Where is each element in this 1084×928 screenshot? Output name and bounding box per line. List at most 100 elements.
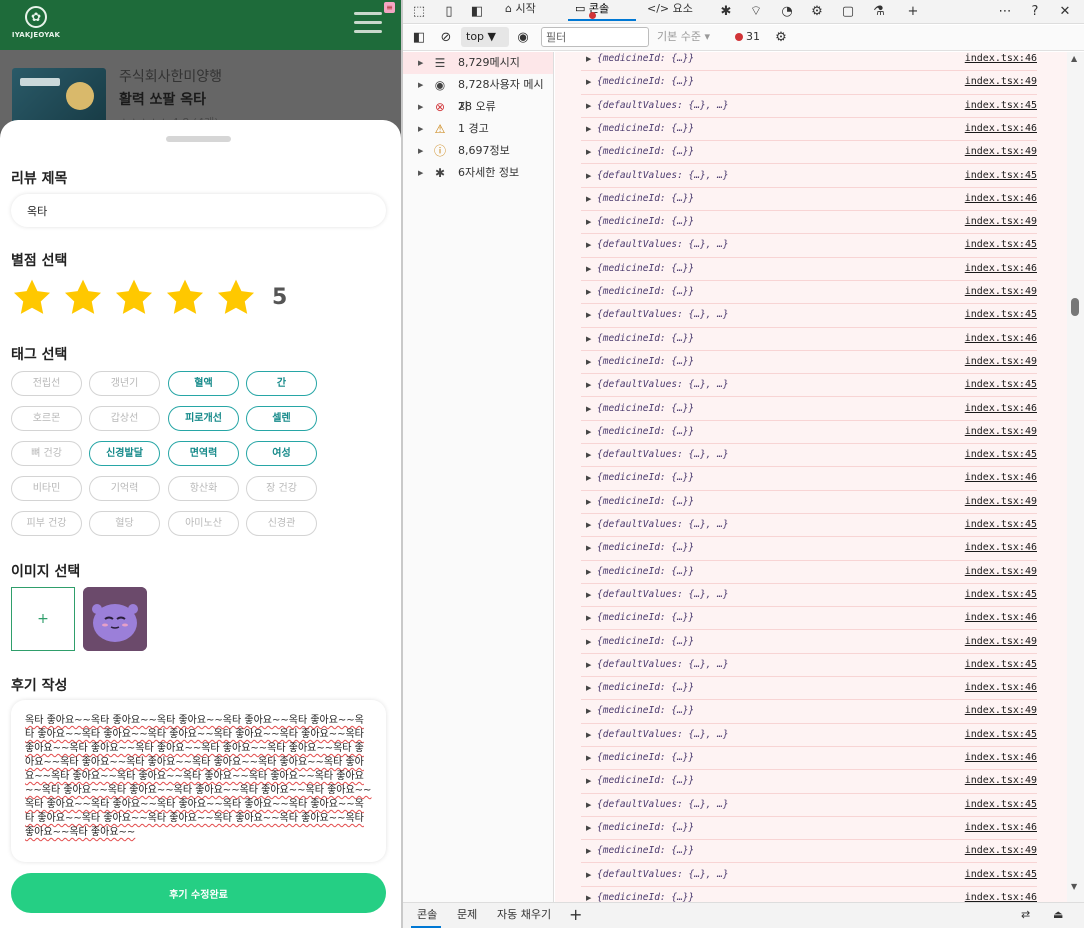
review-textarea[interactable]: 옥타 좋아요~~옥타 좋아요~~옥타 좋아요~~옥타 좋아요~~옥타 좋아요~~… [11, 700, 386, 862]
log-row[interactable]: ▶ {defaultValues: {…}, …} index.tsx:45 [581, 654, 1037, 678]
settings-icon[interactable]: ⚙ [771, 28, 791, 48]
expand-caret-icon[interactable]: ▶ [586, 537, 591, 559]
dock-icon[interactable]: ◧ [467, 2, 487, 22]
clear-console-icon[interactable]: ⊘ [436, 28, 456, 48]
log-row[interactable]: ▶ {medicineId: {…}} index.tsx:46 [581, 118, 1037, 142]
tag-chip[interactable]: 피부 건강 [11, 511, 82, 536]
source-link[interactable]: index.tsx:49 [965, 141, 1037, 163]
source-link[interactable]: index.tsx:46 [965, 817, 1037, 839]
log-row[interactable]: ▶ {medicineId: {…}} index.tsx:46 [581, 467, 1037, 491]
sidebar-item[interactable]: ▶ ◉ 8,728사용자 메시지 [403, 74, 553, 113]
tag-chip[interactable]: 신경관 [246, 511, 317, 536]
sidebar-item[interactable]: ▶ ☰ 8,729메시지 [403, 52, 553, 74]
log-row[interactable]: ▶ {medicineId: {…}} index.tsx:46 [581, 328, 1037, 351]
tag-chip[interactable]: 아미노산 [168, 511, 239, 536]
source-link[interactable]: index.tsx:46 [965, 467, 1037, 489]
log-scrollbar[interactable]: ▲ ▼ [1067, 52, 1084, 902]
expand-caret-icon[interactable]: ▶ [586, 817, 591, 839]
source-link[interactable]: index.tsx:45 [965, 584, 1037, 606]
expand-caret-icon[interactable]: ▶ [418, 96, 423, 118]
tag-chip[interactable]: 혈당 [89, 511, 160, 536]
source-link[interactable]: index.tsx:46 [965, 607, 1037, 629]
storage-icon[interactable]: ⚗ [869, 2, 889, 22]
source-link[interactable]: index.tsx:46 [965, 398, 1037, 420]
log-row[interactable]: ▶ {medicineId: {…}} index.tsx:46 [581, 398, 1037, 421]
wifi-icon[interactable]: ⌔ [746, 2, 766, 22]
log-row[interactable]: ▶ {medicineId: {…}} index.tsx:46 [581, 677, 1037, 701]
source-link[interactable]: index.tsx:49 [965, 631, 1037, 653]
help-icon[interactable]: ? [1025, 2, 1045, 22]
expand-caret-icon[interactable]: ▶ [586, 491, 591, 513]
issues-counter[interactable]: 31 [735, 28, 760, 46]
scroll-down-icon[interactable]: ▼ [1071, 882, 1077, 891]
source-link[interactable]: index.tsx:46 [965, 747, 1037, 769]
expand-caret-icon[interactable]: ▶ [586, 141, 591, 163]
hamburger-menu-icon[interactable] [354, 12, 382, 34]
tag-chip[interactable]: 갱년기 [89, 371, 160, 396]
dock-drawer-icon[interactable]: ⇄ [1021, 903, 1030, 928]
log-row[interactable]: ▶ {medicineId: {…}} index.tsx:49 [581, 631, 1037, 654]
drawer-tab-console[interactable]: 콘솔 [417, 903, 437, 928]
log-row[interactable]: ▶ {medicineId: {…}} index.tsx:49 [581, 211, 1037, 235]
tag-chip[interactable]: 신경발달 [89, 441, 160, 466]
scroll-up-icon[interactable]: ▲ [1071, 54, 1077, 63]
expand-caret-icon[interactable]: ▶ [586, 188, 591, 210]
expand-caret-icon[interactable]: ▶ [586, 467, 591, 489]
collapse-drawer-icon[interactable]: ⏏ [1053, 903, 1063, 928]
log-row[interactable]: ▶ {defaultValues: {…}, …} index.tsx:45 [581, 165, 1037, 188]
expand-caret-icon[interactable]: ▶ [586, 281, 591, 303]
source-link[interactable]: index.tsx:49 [965, 281, 1037, 303]
expand-caret-icon[interactable]: ▶ [586, 631, 591, 653]
expand-caret-icon[interactable]: ▶ [586, 398, 591, 420]
drawer-tab-autofill[interactable]: 자동 채우기 [497, 903, 551, 928]
source-link[interactable]: index.tsx:45 [965, 444, 1037, 466]
eye-icon[interactable]: ◉ [513, 28, 533, 48]
inspect-icon[interactable]: ⬚ [409, 2, 429, 22]
log-row[interactable]: ▶ {medicineId: {…}} index.tsx:49 [581, 351, 1037, 375]
expand-caret-icon[interactable]: ▶ [586, 747, 591, 769]
expand-caret-icon[interactable]: ▶ [586, 864, 591, 886]
expand-caret-icon[interactable]: ▶ [418, 52, 423, 74]
drawer-add-icon[interactable]: + [569, 903, 582, 928]
expand-caret-icon[interactable]: ▶ [586, 887, 591, 902]
tag-chip[interactable]: 셀렌 [246, 406, 317, 431]
tab-elements[interactable]: </> 요소 [647, 0, 693, 24]
sidebar-item[interactable]: ▶ ⚠ 1 경고 [403, 118, 553, 140]
application-icon[interactable]: ▢ [838, 2, 858, 22]
log-row[interactable]: ▶ {defaultValues: {…}, …} index.tsx:45 [581, 514, 1037, 538]
log-row[interactable]: ▶ {defaultValues: {…}, …} index.tsx:45 [581, 584, 1037, 608]
log-row[interactable]: ▶ {defaultValues: {…}, …} index.tsx:45 [581, 724, 1037, 747]
tag-chip[interactable]: 간 [246, 371, 317, 396]
expand-caret-icon[interactable]: ▶ [586, 211, 591, 233]
tag-chip[interactable]: 혈액 [168, 371, 239, 396]
expand-caret-icon[interactable]: ▶ [586, 421, 591, 443]
log-row[interactable]: ▶ {medicineId: {…}} index.tsx:49 [581, 770, 1037, 794]
log-row[interactable]: ▶ {medicineId: {…}} index.tsx:49 [581, 840, 1037, 864]
sheet-drag-handle[interactable] [166, 136, 231, 142]
expand-caret-icon[interactable]: ▶ [586, 52, 591, 70]
star-icon[interactable] [164, 277, 206, 319]
close-icon[interactable]: ✕ [1055, 2, 1075, 22]
sidebar-item[interactable]: ▶ ⊗ 28 오류 [403, 96, 553, 118]
expand-caret-icon[interactable]: ▶ [418, 118, 423, 140]
log-row[interactable]: ▶ {medicineId: {…}} index.tsx:49 [581, 281, 1037, 305]
source-link[interactable]: index.tsx:45 [965, 165, 1037, 187]
expand-caret-icon[interactable]: ▶ [586, 304, 591, 326]
source-link[interactable]: index.tsx:45 [965, 794, 1037, 816]
expand-caret-icon[interactable]: ▶ [586, 95, 591, 117]
source-link[interactable]: index.tsx:49 [965, 71, 1037, 93]
expand-caret-icon[interactable]: ▶ [586, 677, 591, 699]
expand-caret-icon[interactable]: ▶ [586, 514, 591, 536]
performance-icon[interactable]: ◔ [777, 2, 797, 22]
source-link[interactable]: index.tsx:49 [965, 561, 1037, 583]
log-levels-dropdown[interactable]: 기본 수준 ▾ [657, 28, 710, 46]
log-row[interactable]: ▶ {defaultValues: {…}, …} index.tsx:45 [581, 234, 1037, 258]
source-link[interactable]: index.tsx:46 [965, 52, 1037, 70]
context-select[interactable]: top ▼ [461, 27, 509, 47]
log-row[interactable]: ▶ {medicineId: {…}} index.tsx:49 [581, 141, 1037, 165]
log-row[interactable]: ▶ {medicineId: {…}} index.tsx:49 [581, 71, 1037, 95]
scroll-thumb[interactable] [1071, 298, 1079, 316]
log-row[interactable]: ▶ {medicineId: {…}} index.tsx:46 [581, 188, 1037, 212]
source-link[interactable]: index.tsx:45 [965, 374, 1037, 396]
log-row[interactable]: ▶ {medicineId: {…}} index.tsx:46 [581, 817, 1037, 841]
